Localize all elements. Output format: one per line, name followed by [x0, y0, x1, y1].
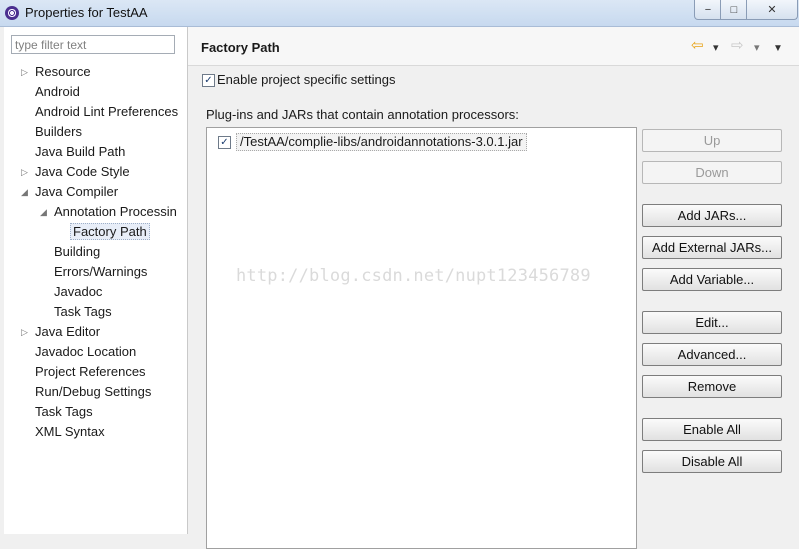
page-title: Factory Path	[201, 40, 280, 55]
tree-item-label: Building	[54, 244, 101, 259]
back-arrow-icon[interactable]: ⇦	[691, 38, 704, 53]
tree-item-java-code-style[interactable]: ▷ Java Code Style	[21, 162, 130, 182]
tree-item-label: Task Tags	[35, 404, 93, 419]
tree-item-label: Java Editor	[35, 324, 101, 339]
expand-icon[interactable]: ▷	[21, 162, 31, 182]
tree-item-label: Errors/Warnings	[54, 264, 148, 279]
close-button[interactable]: ✕	[746, 0, 798, 20]
tree-item-building[interactable]: Building	[54, 242, 100, 262]
tree-item-run-debug-settings[interactable]: Run/Debug Settings	[35, 382, 151, 402]
add-jars-button[interactable]: Add JARs...	[642, 204, 782, 227]
plugins-label: Plug-ins and JARs that contain annotatio…	[206, 107, 519, 122]
tree-item-label: Builders	[35, 124, 82, 139]
collapse-icon[interactable]: ◢	[40, 202, 50, 222]
tree-item-label: Java Compiler	[35, 184, 119, 199]
tree-item-java-editor[interactable]: ▷ Java Editor	[21, 322, 101, 342]
check-icon: ✓	[220, 137, 229, 148]
minimize-icon: −	[704, 3, 712, 16]
advanced-button[interactable]: Advanced...	[642, 343, 782, 366]
add-external-jars-button[interactable]: Add External JARs...	[642, 236, 782, 259]
tree-item-factory-path[interactable]: Factory Path	[70, 222, 150, 242]
tree-item-javadoc[interactable]: Javadoc	[54, 282, 102, 302]
tree-item-label: Java Build Path	[35, 144, 126, 159]
enable-all-button[interactable]: Enable All	[642, 418, 782, 441]
enable-project-settings-label: Enable project specific settings	[217, 72, 396, 87]
tree-item-project-references[interactable]: Project References	[35, 362, 146, 382]
tree-item-task-tags-compiler[interactable]: Task Tags	[54, 302, 112, 322]
tree-item-label: Project References	[35, 364, 146, 379]
tree-item-task-tags[interactable]: Task Tags	[35, 402, 93, 422]
tree-item-label: Android	[35, 84, 80, 99]
left-pane: type filter text ▷ Resource Android Andro…	[4, 27, 188, 534]
forward-history-dropdown-icon[interactable]: ▾	[754, 41, 760, 55]
tree-item-java-compiler[interactable]: ◢ Java Compiler	[21, 182, 119, 202]
tree-item-label: Javadoc	[54, 284, 103, 299]
filter-input[interactable]: type filter text	[11, 35, 175, 54]
tree-item-label: Javadoc Location	[35, 344, 137, 359]
add-variable-button[interactable]: Add Variable...	[642, 268, 782, 291]
title-bar: Properties for TestAA − □ ✕	[0, 0, 799, 27]
forward-arrow-icon: ⇨	[731, 37, 744, 54]
expand-icon[interactable]: ▷	[21, 62, 31, 82]
tree-item-label: Annotation Processin	[54, 204, 177, 219]
remove-button[interactable]: Remove	[642, 375, 782, 398]
tree-item-errors-warnings[interactable]: Errors/Warnings	[54, 262, 147, 282]
tree-item-annotation-processing[interactable]: ◢ Annotation Processin	[40, 202, 177, 222]
window-title: Properties for TestAA	[25, 5, 148, 20]
tree-item-java-build-path[interactable]: Java Build Path	[35, 142, 125, 162]
close-icon: ✕	[767, 4, 777, 16]
tree-item-label: Factory Path	[70, 223, 150, 240]
up-button[interactable]: Up	[642, 129, 782, 152]
expand-icon[interactable]: ▷	[21, 322, 31, 342]
tree-item-label: Run/Debug Settings	[35, 384, 152, 399]
maximize-button[interactable]: □	[720, 0, 748, 20]
tree-item-android[interactable]: Android	[35, 82, 80, 102]
disable-all-button[interactable]: Disable All	[642, 450, 782, 473]
collapse-icon[interactable]: ◢	[21, 182, 31, 202]
eclipse-icon	[5, 6, 19, 20]
down-button[interactable]: Down	[642, 161, 782, 184]
minimize-button[interactable]: −	[694, 0, 722, 20]
tree-item-label: Java Code Style	[35, 164, 130, 179]
check-icon: ✓	[204, 75, 213, 86]
tree-item-label: Android Lint Preferences	[35, 104, 179, 119]
factory-path-list[interactable]: ✓ /TestAA/complie-libs/androidannotation…	[206, 127, 637, 549]
jar-entry[interactable]: /TestAA/complie-libs/androidannotations-…	[236, 133, 527, 151]
view-menu-icon[interactable]: ▼	[773, 42, 783, 56]
page-header: Factory Path ⇦ ▾ ⇨ ▾ ▼	[188, 27, 799, 66]
maximize-icon: □	[730, 3, 738, 16]
enable-project-settings-checkbox[interactable]: ✓	[202, 74, 215, 87]
tree-item-android-lint[interactable]: Android Lint Preferences	[35, 102, 178, 122]
tree-item-label: XML Syntax	[35, 424, 105, 439]
tree-item-label: Task Tags	[54, 304, 112, 319]
tree-item-label: Resource	[35, 64, 91, 79]
tree-item-xml-syntax[interactable]: XML Syntax	[35, 422, 105, 442]
watermark: http://blog.csdn.net/nupt123456789	[236, 266, 591, 286]
jar-checkbox[interactable]: ✓	[218, 136, 231, 149]
back-history-dropdown-icon[interactable]: ▾	[713, 41, 719, 55]
edit-button[interactable]: Edit...	[642, 311, 782, 334]
tree-item-resource[interactable]: ▷ Resource	[21, 62, 91, 82]
tree-item-builders[interactable]: Builders	[35, 122, 82, 142]
tree-item-javadoc-location[interactable]: Javadoc Location	[35, 342, 136, 362]
